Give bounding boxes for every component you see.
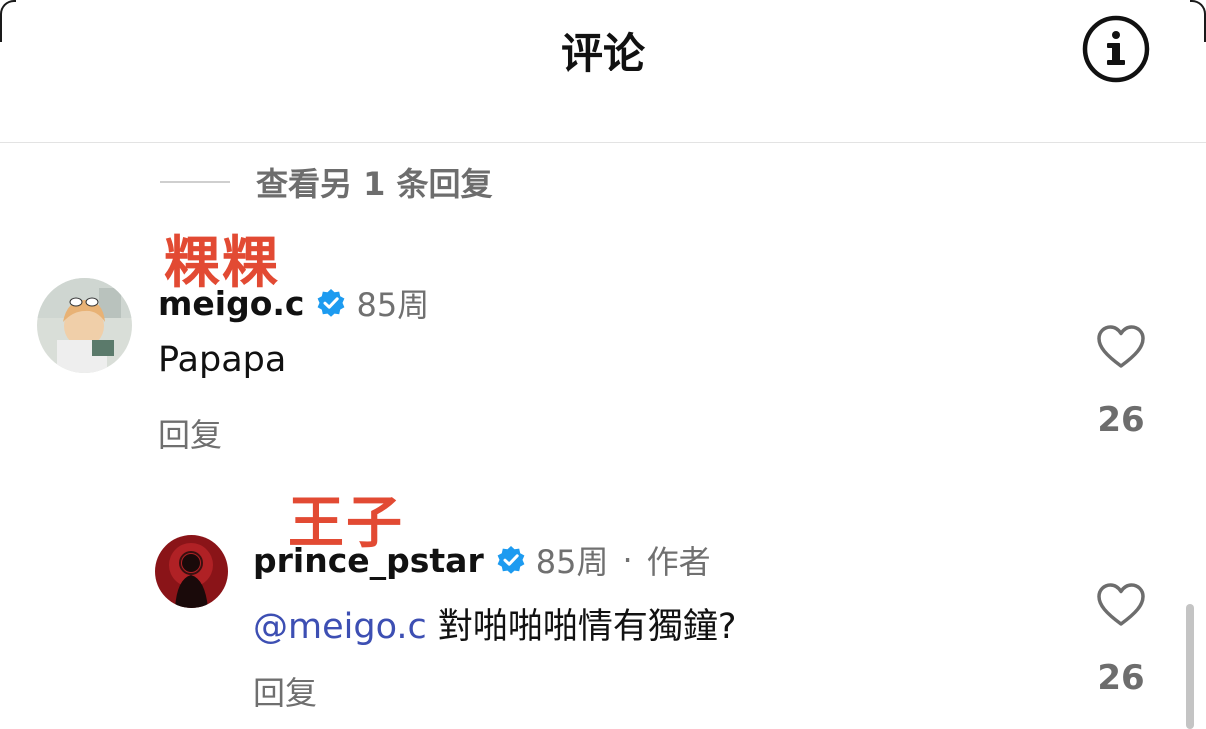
verified-badge-icon (318, 289, 345, 317)
header-divider (0, 142, 1206, 143)
comment-text: @meigo.c 對啪啪啪情有獨鐘? (253, 598, 736, 649)
avatar[interactable] (37, 278, 132, 373)
comment-header: prince_pstar 85周 · 作者 (253, 540, 711, 582)
comment-body: 對啪啪啪情有獨鐘? (426, 607, 737, 647)
username[interactable]: meigo.c (158, 284, 304, 323)
meta-separator: · (622, 541, 633, 579)
heart-icon[interactable] (1096, 582, 1146, 628)
page-title: 评论 (560, 29, 645, 78)
username[interactable]: prince_pstar (253, 541, 484, 580)
mention-link[interactable]: @meigo.c (253, 607, 427, 647)
comment-header: meigo.c 85周 (158, 283, 430, 325)
info-circle-icon[interactable] (1082, 15, 1150, 83)
timestamp: 85周 (356, 286, 430, 324)
verified-badge-icon (497, 546, 525, 574)
scrollbar[interactable] (1186, 604, 1194, 729)
like-count: 26 (1097, 658, 1145, 698)
timestamp: 85周 (535, 543, 609, 581)
comments-header: 评论 (0, 0, 1206, 142)
comment-body: Papapa (158, 340, 287, 380)
like-count: 26 (1097, 400, 1145, 440)
reply-button[interactable]: 回复 (253, 668, 317, 714)
avatar[interactable] (155, 535, 228, 608)
reply-button[interactable]: 回复 (158, 410, 222, 456)
view-more-replies-label: 查看另 1 条回复 (256, 165, 493, 203)
comment-text: Papapa (158, 340, 286, 380)
heart-icon[interactable] (1096, 324, 1146, 370)
author-label: 作者 (646, 543, 711, 581)
view-more-replies[interactable]: 查看另 1 条回复 (160, 160, 493, 204)
thread-line (160, 181, 230, 183)
